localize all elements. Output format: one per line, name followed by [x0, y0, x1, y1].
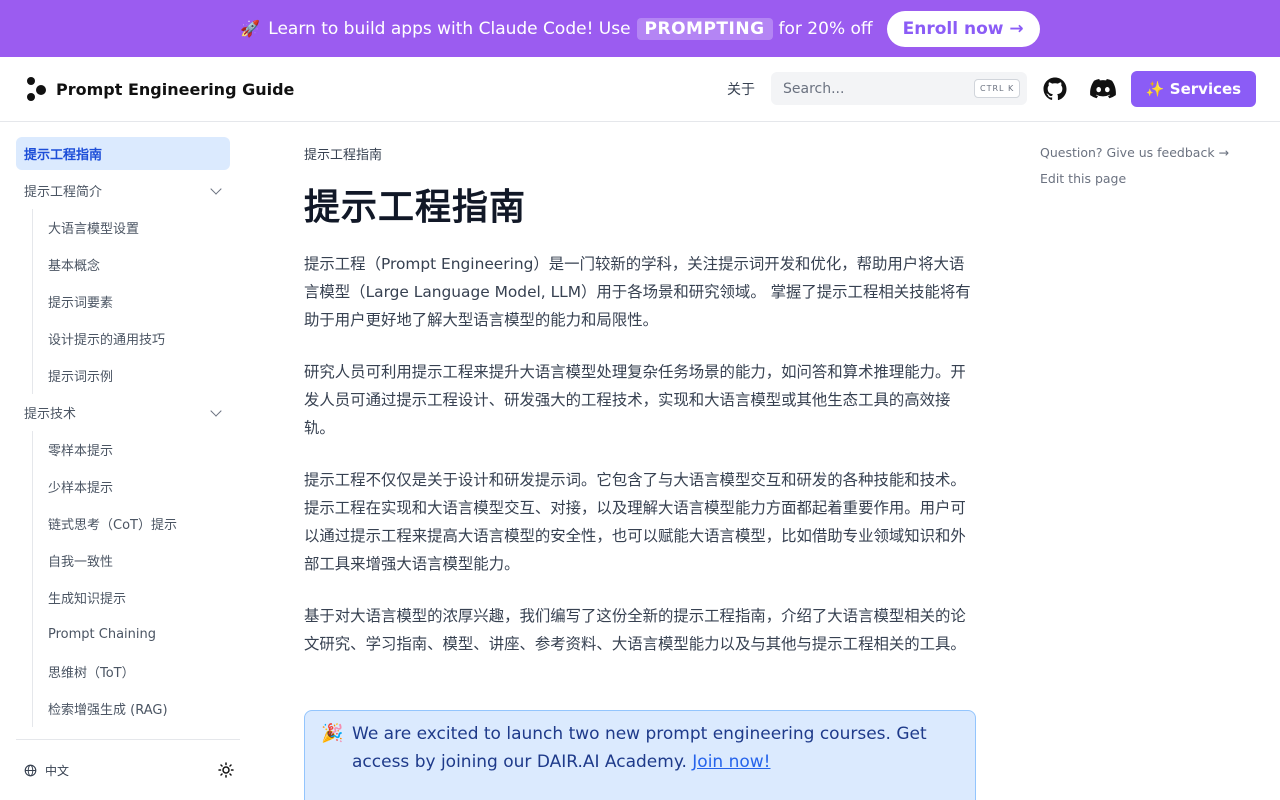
language-switcher[interactable]: 中文	[24, 762, 69, 779]
sidebar-subgroup-techniques: 零样本提示 少样本提示 链式思考（CoT）提示 自我一致性 生成知识提示 Pro…	[16, 431, 230, 727]
sidebar-item-cot[interactable]: 链式思考（CoT）提示	[16, 505, 230, 542]
feedback-link[interactable]: Question? Give us feedback →	[1040, 145, 1229, 160]
sidebar-item-label: 零样本提示	[48, 444, 114, 459]
github-icon[interactable]	[1041, 75, 1069, 103]
sidebar-item-label: 提示工程指南	[24, 148, 103, 163]
join-now-link[interactable]: Join now!	[692, 752, 770, 772]
banner-text-before: Learn to build apps with Claude Code! Us…	[268, 18, 631, 39]
page-title: 提示工程指南	[304, 187, 527, 228]
sidebar-item-label: 链式思考（CoT）提示	[48, 518, 177, 533]
sidebar-item-label: Prompt Chaining	[48, 627, 157, 642]
site-logo[interactable]: Prompt Engineering Guide	[24, 76, 294, 102]
sidebar-item-label: 提示技术	[24, 407, 77, 422]
sidebar-item-zero-shot[interactable]: 零样本提示	[16, 431, 230, 468]
intro-paragraph-2: 研究人员可利用提示工程来提升大语言模型处理复杂任务场景的能力，如问答和算术推理能…	[304, 363, 966, 437]
sidebar-item-prompt-engineering-guide[interactable]: 提示工程指南	[16, 137, 230, 170]
sidebar-item-label: 自我一致性	[48, 555, 114, 570]
sidebar-item-label: 少样本提示	[48, 481, 114, 496]
globe-icon	[24, 764, 37, 777]
sidebar-item-label: 设计提示的通用技巧	[48, 333, 166, 348]
promo-banner: 🚀 Learn to build apps with Claude Code! …	[0, 0, 1280, 57]
sidebar-footer: 中文	[16, 739, 240, 800]
sidebar-item-examples[interactable]: 提示词示例	[16, 357, 230, 394]
sidebar-item-rag[interactable]: 检索增强生成 (RAG)	[16, 690, 230, 727]
top-navbar: Prompt Engineering Guide 关于 CTRL K ✨ Ser…	[0, 57, 1280, 122]
intro-paragraph-1: 提示工程（Prompt Engineering）是一门较新的学科，关注提示词开发…	[304, 255, 971, 329]
sidebar-item-label: 提示工程简介	[24, 185, 103, 200]
sidebar-item-label: 生成知识提示	[48, 592, 127, 607]
sidebar-item-techniques[interactable]: 提示技术	[16, 394, 230, 431]
search-box[interactable]: CTRL K	[771, 72, 1027, 105]
banner-message: 🚀 Learn to build apps with Claude Code! …	[240, 17, 873, 40]
sidebar-item-tot[interactable]: 思维树（ToT）	[16, 653, 230, 690]
sidebar-item-label: 提示词示例	[48, 370, 114, 385]
sidebar-item-introduction[interactable]: 提示工程简介	[16, 172, 230, 209]
sidebar-item-label: 提示词要素	[48, 296, 114, 311]
search-shortcut-hint: CTRL K	[974, 79, 1021, 98]
sidebar-item-few-shot[interactable]: 少样本提示	[16, 468, 230, 505]
sidebar-item-tips[interactable]: 设计提示的通用技巧	[16, 320, 230, 357]
sidebar-item-label: 思维树（ToT）	[48, 666, 135, 681]
intro-paragraph-4: 基于对大语言模型的浓厚兴趣，我们编写了这份全新的提示工程指南，介绍了大语言模型相…	[304, 607, 966, 653]
site-title: Prompt Engineering Guide	[56, 79, 295, 99]
breadcrumb: 提示工程指南	[304, 148, 383, 163]
language-label: 中文	[45, 764, 70, 778]
sidebar-item-prompt-chaining[interactable]: Prompt Chaining	[16, 616, 230, 653]
sun-icon[interactable]	[218, 762, 234, 778]
chevron-down-icon	[210, 405, 222, 417]
sidebar-item-label: 大语言模型设置	[48, 222, 140, 237]
chevron-down-icon	[210, 183, 222, 195]
services-button[interactable]: ✨ Services	[1131, 71, 1256, 107]
sidebar-item-label: 基本概念	[48, 259, 101, 274]
sidebar-item-basics[interactable]: 基本概念	[16, 246, 230, 283]
sidebar-item-label: 检索增强生成 (RAG)	[48, 703, 168, 718]
search-input[interactable]	[771, 72, 971, 105]
sidebar-item-llm-settings[interactable]: 大语言模型设置	[16, 209, 230, 246]
edit-page-link[interactable]: Edit this page	[1040, 171, 1126, 186]
nav-link-about[interactable]: 关于	[727, 79, 755, 99]
callout-text: We are excited to launch two new prompt …	[352, 720, 962, 776]
announcement-callout: 🎉 We are excited to launch two new promp…	[304, 710, 976, 800]
sidebar-nav: 提示工程指南 提示工程简介 大语言模型设置 基本概念 提示词要素 设计提示的通用…	[16, 137, 230, 727]
promo-code-badge: PROMPTING	[636, 17, 773, 40]
sidebar-item-elements[interactable]: 提示词要素	[16, 283, 230, 320]
sidebar-item-knowledge[interactable]: 生成知识提示	[16, 579, 230, 616]
callout-message: We are excited to launch two new prompt …	[352, 724, 927, 772]
logo-icon	[24, 76, 48, 102]
sidebar-item-consistency[interactable]: 自我一致性	[16, 542, 230, 579]
intro-paragraph-3: 提示工程不仅仅是关于设计和研发提示词。它包含了与大语言模型交互和研发的各种技能和…	[304, 471, 966, 573]
enroll-now-button[interactable]: Enroll now →	[886, 10, 1040, 47]
sidebar-subgroup-introduction: 大语言模型设置 基本概念 提示词要素 设计提示的通用技巧 提示词示例	[16, 209, 230, 394]
rocket-icon: 🚀	[240, 19, 261, 38]
discord-icon[interactable]	[1089, 75, 1117, 103]
banner-text-after: for 20% off	[778, 18, 873, 39]
party-popper-icon: 🎉	[321, 723, 344, 744]
